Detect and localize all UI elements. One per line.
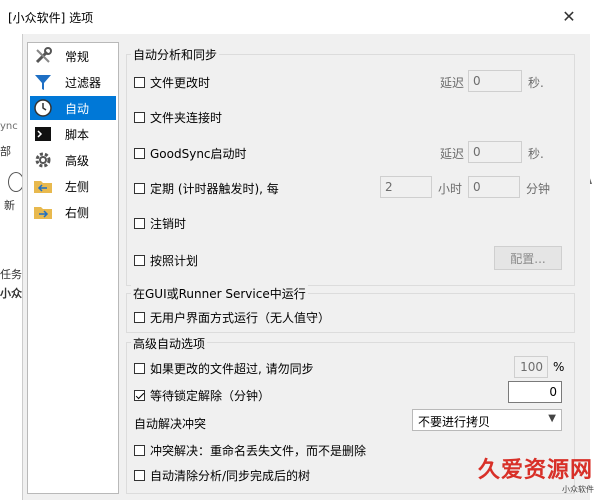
close-icon[interactable]: ✕ — [560, 8, 578, 26]
checkbox-label: 如果更改的文件超过, 请勿同步 — [150, 362, 314, 376]
watermark: 久爱资源网 — [478, 458, 594, 483]
on-file-change-checkbox[interactable] — [134, 77, 145, 88]
sidebar-item-general[interactable]: 常规 — [30, 44, 116, 68]
seconds-unit: 秒. — [528, 76, 544, 90]
background-text: 部 — [0, 145, 11, 158]
hours-input[interactable]: 2 — [380, 176, 432, 198]
sidebar-item-label: 左侧 — [65, 179, 90, 194]
checkbox-label: 文件夹连接时 — [150, 111, 223, 125]
checkbox-label: 文件更改时 — [150, 76, 211, 90]
wait-unlock-checkbox[interactable] — [134, 390, 145, 401]
checkbox-label: 注销时 — [150, 217, 187, 231]
on-folder-connect-option[interactable]: 文件夹连接时 — [134, 109, 222, 126]
sidebar-item-auto[interactable]: 自动 — [30, 96, 116, 120]
delay-input[interactable]: 0 — [468, 141, 522, 163]
sidebar-item-label: 常规 — [65, 49, 90, 64]
sidebar-item-label: 脚本 — [65, 127, 90, 142]
percent-unit: % — [553, 360, 565, 374]
delay-label: 延迟 — [440, 76, 465, 90]
on-goodsync-start-checkbox[interactable] — [134, 148, 145, 159]
on-goodsync-start-option[interactable]: GoodSync启动时 — [134, 145, 247, 162]
checkbox-label: 等待锁定解除（分钟） — [150, 389, 271, 403]
folder-right-icon — [33, 202, 53, 222]
on-file-change-option[interactable]: 文件更改时 — [134, 74, 210, 91]
group-title: 在GUI或Runner Service中运行 — [131, 285, 308, 302]
sidebar-item-label: 高级 — [65, 153, 90, 168]
options-sidebar: 常规 过滤器 自动 脚本 高级 左侧 右侧 — [27, 42, 119, 494]
sidebar-item-label: 自动 — [65, 101, 90, 116]
checkbox-label: 无用户界面方式运行（无人值守） — [150, 311, 331, 325]
configure-button[interactable]: 配置... — [494, 246, 562, 270]
wait-minutes-input[interactable]: 0 — [508, 381, 562, 403]
checkbox-label: 按照计划 — [150, 254, 199, 268]
delay-input[interactable]: 0 — [468, 70, 522, 92]
background-text: 小众 — [0, 287, 22, 300]
console-icon — [33, 124, 53, 144]
periodic-option[interactable]: 定期 (计时器触发时), 每 — [134, 180, 279, 197]
on-schedule-option[interactable]: 按照计划 — [134, 252, 198, 269]
on-logoff-checkbox[interactable] — [134, 218, 145, 229]
sidebar-item-script[interactable]: 脚本 — [30, 122, 116, 146]
dont-sync-if-checkbox[interactable] — [134, 363, 145, 374]
gear-icon — [33, 150, 53, 170]
checkbox-label: GoodSync启动时 — [150, 147, 247, 161]
periodic-checkbox[interactable] — [134, 183, 145, 194]
window-title: [小众软件] 选项 — [8, 11, 94, 25]
checkbox-label: 冲突解决：重命名丢失文件，而不是删除 — [150, 444, 367, 458]
group-title: 高级自动选项 — [131, 335, 208, 352]
sidebar-item-advanced[interactable]: 高级 — [30, 148, 116, 172]
on-schedule-checkbox[interactable] — [134, 255, 145, 266]
sidebar-item-left[interactable]: 左侧 — [30, 174, 116, 198]
sidebar-item-filters[interactable]: 过滤器 — [30, 70, 116, 94]
percent-input[interactable]: 100 — [514, 356, 548, 378]
seconds-unit: 秒. — [528, 147, 544, 161]
minutes-input[interactable]: 0 — [468, 176, 520, 198]
auto-clear-option[interactable]: 自动清除分析/同步完成后的树 — [134, 467, 310, 484]
sidebar-item-label: 过滤器 — [65, 75, 102, 90]
conflict-select-value: 不要进行拷贝 — [418, 415, 491, 429]
auto-clear-checkbox[interactable] — [134, 470, 145, 481]
conflict-rename-option[interactable]: 冲突解决：重命名丢失文件，而不是删除 — [134, 442, 366, 459]
funnel-icon — [33, 72, 53, 92]
conflict-select[interactable]: 不要进行拷贝 ▼ — [412, 409, 562, 431]
minutes-unit: 分钟 — [526, 182, 551, 196]
watermark-small: 小众软件 — [562, 485, 594, 494]
wait-unlock-option[interactable]: 等待锁定解除（分钟） — [134, 387, 270, 404]
dont-sync-if-option[interactable]: 如果更改的文件超过, 请勿同步 — [134, 360, 314, 377]
folder-left-icon — [33, 176, 53, 196]
background-text: 任务 — [0, 268, 22, 281]
on-logoff-option[interactable]: 注销时 — [134, 215, 186, 232]
conflict-label: 自动解决冲突 — [134, 417, 207, 431]
checkbox-label: 自动清除分析/同步完成后的树 — [150, 469, 311, 483]
delay-label: 延迟 — [440, 147, 465, 161]
background-text: ync — [0, 121, 18, 132]
chevron-down-icon: ▼ — [548, 413, 556, 424]
clock-icon — [33, 98, 53, 118]
checkbox-label: 定期 (计时器触发时), 每 — [150, 182, 279, 196]
conflict-rename-checkbox[interactable] — [134, 445, 145, 456]
group-title: 自动分析和同步 — [131, 46, 220, 63]
wrench-screwdriver-icon — [33, 46, 53, 66]
background-text: 新 — [4, 199, 15, 212]
unattended-checkbox[interactable] — [134, 312, 145, 323]
unattended-option[interactable]: 无用户界面方式运行（无人值守） — [134, 309, 330, 326]
on-folder-connect-checkbox[interactable] — [134, 112, 145, 123]
sidebar-item-label: 右侧 — [65, 205, 90, 220]
hours-unit: 小时 — [438, 182, 463, 196]
sidebar-item-right[interactable]: 右侧 — [30, 200, 116, 224]
